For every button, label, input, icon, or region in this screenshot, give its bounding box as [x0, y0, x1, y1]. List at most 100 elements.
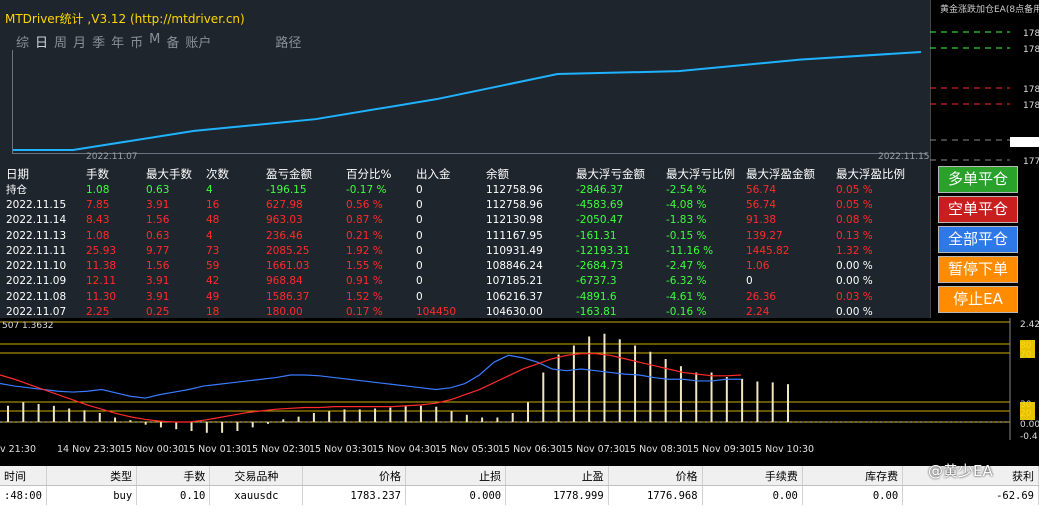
- tab-3[interactable]: 月: [73, 32, 86, 51]
- orders-header-cell[interactable]: 手数: [136, 466, 211, 486]
- stats-cell: 2022.11.09: [6, 275, 67, 288]
- stats-cell: -2050.47: [576, 214, 624, 227]
- action-button-4[interactable]: 停止EA: [938, 286, 1018, 313]
- stats-cell: 持仓: [6, 184, 27, 197]
- equity-x-end: 2022.11.15: [878, 152, 930, 162]
- stats-cell: -2684.73: [576, 260, 624, 273]
- tab-9[interactable]: 账户: [185, 32, 211, 51]
- stats-cell: 0: [416, 183, 423, 196]
- stats-row: 2022.11.15 7.85 3.91 16 627.98 0.56 % 0 112758.…: [6, 197, 916, 212]
- stats-cell: -6737.3: [576, 275, 617, 288]
- stats-cell: 0.91 %: [346, 275, 383, 288]
- stats-header-cell: 最大手数: [146, 167, 192, 181]
- price-tick: 177: [1023, 157, 1039, 167]
- time-label: 15 Nov 06:30: [498, 444, 563, 455]
- tab-7[interactable]: M: [149, 32, 160, 51]
- stats-header-cell: 出入金: [416, 167, 451, 181]
- stats-cell: 1.08: [86, 183, 110, 196]
- stats-cell: -1.83 %: [666, 214, 707, 227]
- stats-cell: 968.84: [266, 275, 303, 288]
- orders-header-cell[interactable]: 交易品种: [209, 466, 304, 486]
- action-button-2[interactable]: 全部平仓: [938, 226, 1018, 253]
- stats-cell: 0: [746, 275, 753, 288]
- stats-cell: 12.11: [86, 275, 117, 288]
- time-label: 15 Nov 04:30: [372, 444, 437, 455]
- tab-2[interactable]: 周: [54, 32, 67, 51]
- stats-cell: 26.36: [746, 290, 777, 303]
- tab-4[interactable]: 季: [92, 32, 105, 51]
- stats-cell: 627.98: [266, 198, 303, 211]
- indicator-level-label: 2.42: [1020, 320, 1039, 330]
- stats-cell: 56.74: [746, 183, 777, 196]
- orders-header-cell[interactable]: 止损: [405, 466, 507, 486]
- order-cell: xauusdc: [209, 485, 304, 505]
- ea-label: 黄金涨跌加仓EA(8点备用): [940, 5, 1039, 15]
- action-button-0[interactable]: 多单平仓: [938, 166, 1018, 193]
- price-tick: 178: [1023, 45, 1039, 55]
- orders-header-cell[interactable]: 类型: [46, 466, 138, 486]
- stats-cell: 1.56: [146, 260, 170, 273]
- stats-cell: 2022.11.13: [6, 229, 67, 242]
- indicator-blue-line: [0, 354, 741, 399]
- stats-cell: 0.00 %: [836, 260, 873, 273]
- stats-cell: 963.03: [266, 214, 303, 227]
- tab-0[interactable]: 综: [16, 32, 29, 51]
- stats-cell: -6.32 %: [666, 275, 707, 288]
- tab-5[interactable]: 年: [111, 32, 124, 51]
- orders-header-cell[interactable]: 库存费: [802, 466, 904, 486]
- stats-cell: 2022.11.14: [6, 214, 67, 227]
- tab-10[interactable]: 路径: [275, 32, 301, 51]
- orders-header-cell[interactable]: 止盈: [505, 466, 609, 486]
- stats-header-cell: 最大浮盈比例: [836, 167, 905, 181]
- stats-cell: 2022.11.11: [6, 244, 67, 257]
- stats-cell: 0.21 %: [346, 229, 383, 242]
- orders-header-cell[interactable]: 手续费: [702, 466, 803, 486]
- order-row[interactable]: :48:00 buy 0.10 xauusdc 1783.237 0.000 1778.99…: [0, 485, 1039, 505]
- stats-header-row: 日期 手数 最大手数 次数 盈亏金额 百分比% 出入金 余额 最大浮亏金额 最大浮亏比例 最大浮盈金…: [6, 166, 916, 182]
- orders-header-row: 时间 类型 手数 交易品种 价格 止损 止盈 价格 手续费 库存费 获利: [0, 466, 1039, 486]
- stats-cell: 48: [206, 214, 220, 227]
- stats-cell: 7.85: [86, 198, 110, 211]
- orders-header-cell[interactable]: 价格: [302, 466, 406, 486]
- stats-cell: 0: [416, 214, 423, 227]
- stats-cell: 49: [206, 290, 220, 303]
- stats-cell: 112758.96: [486, 183, 543, 196]
- order-cell: 0.10: [136, 485, 211, 505]
- action-button-3[interactable]: 暂停下单: [938, 256, 1018, 283]
- stats-cell: 236.46: [266, 229, 303, 242]
- stats-cell: 1.52 %: [346, 290, 383, 303]
- stats-cell: 112758.96: [486, 198, 543, 211]
- indicator-label: 507 1.3632: [2, 321, 54, 331]
- tab-1[interactable]: 日: [35, 32, 48, 51]
- stats-header-cell: 最大浮亏比例: [666, 167, 735, 181]
- tab-8[interactable]: 备: [166, 32, 179, 51]
- stats-cell: 4: [206, 229, 213, 242]
- stats-cell: -161.31: [576, 229, 617, 242]
- stats-cell: -0.15 %: [666, 229, 707, 242]
- stats-cell: 108846.24: [486, 260, 543, 273]
- time-label: 14 Nov 23:30: [57, 444, 122, 455]
- equity-x-start: 2022.11.07: [86, 152, 138, 162]
- orders-header-cell[interactable]: 时间: [0, 466, 47, 486]
- stats-cell: 73: [206, 244, 220, 257]
- stats-row: 2022.11.11 25.93 9.77 73 2085.25 1.92 % 0 11093…: [6, 243, 916, 258]
- stats-cell: 0.05 %: [836, 183, 873, 196]
- order-cell: buy: [46, 485, 138, 505]
- stats-cell: 8.43: [86, 214, 110, 227]
- stats-cell: 110931.49: [486, 244, 543, 257]
- stats-cell: -2.47 %: [666, 260, 707, 273]
- stats-header-cell: 日期: [6, 167, 29, 181]
- stats-cell: 0.56 %: [346, 198, 383, 211]
- stats-cell: 0: [416, 275, 423, 288]
- stats-cell: 107185.21: [486, 275, 543, 288]
- stats-cell: 3.91: [146, 198, 170, 211]
- time-label: 15 Nov 09:30: [687, 444, 752, 455]
- tab-6[interactable]: 币: [130, 32, 143, 51]
- stats-header-cell: 盈亏金额: [266, 167, 312, 181]
- stats-cell: 1445.82: [746, 244, 790, 257]
- stats-cell: 1.92 %: [346, 244, 383, 257]
- orders-header-cell[interactable]: 价格: [608, 466, 703, 486]
- stats-cell: 0.63: [146, 229, 170, 242]
- equity-chart-svg: [13, 51, 922, 151]
- action-button-1[interactable]: 空单平仓: [938, 196, 1018, 223]
